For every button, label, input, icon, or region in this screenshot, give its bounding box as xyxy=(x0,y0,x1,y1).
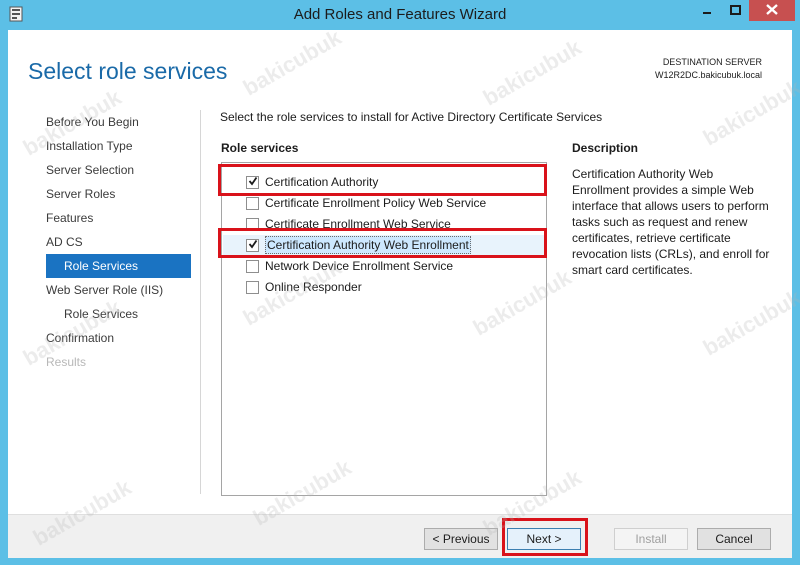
checkbox-enrollment-web-service[interactable] xyxy=(246,217,259,231)
watermark-text: bakicubuk xyxy=(478,34,586,111)
cancel-button[interactable]: Cancel xyxy=(697,528,771,550)
page-title: Select role services xyxy=(28,58,228,84)
checkbox-ca-web-enrollment[interactable] xyxy=(246,236,259,254)
maximize-button[interactable] xyxy=(722,0,748,21)
watermark-text: bakicubuk xyxy=(238,24,346,101)
title-bar[interactable]: Add Roles and Features Wizard xyxy=(0,0,800,30)
destination-label: DESTINATION SERVER xyxy=(662,57,762,67)
watermark-text: bakicubuk xyxy=(698,74,800,151)
role-service-label: Certificate Enrollment Policy Web Servic… xyxy=(265,196,487,210)
role-service-label: Certification Authority xyxy=(265,175,379,189)
wizard-footer: < Previous Next > Install Cancel xyxy=(8,514,792,558)
watermark-text: bakicubuk xyxy=(698,284,800,361)
close-icon xyxy=(766,2,778,20)
role-service-enrollment-policy-web-service[interactable]: Certificate Enrollment Policy Web Servic… xyxy=(223,193,545,213)
destination-server-name: W12R2DC.bakicubuk.local xyxy=(654,70,762,80)
role-service-label: Certificate Enrollment Web Service xyxy=(265,217,451,231)
role-service-label: Network Device Enrollment Service xyxy=(265,259,454,273)
install-button: Install xyxy=(614,528,688,550)
destination-server: DESTINATION SERVER W12R2DC.bakicubuk.loc… xyxy=(655,56,762,82)
minimize-icon xyxy=(702,2,712,20)
window-title: Add Roles and Features Wizard xyxy=(293,6,507,23)
next-button[interactable]: Next > xyxy=(507,528,581,550)
role-services-header: Role services xyxy=(221,141,299,155)
close-button[interactable] xyxy=(749,0,795,21)
nav-item-role-services-active[interactable]: Role Services xyxy=(46,254,191,278)
checkbox-certification-authority[interactable] xyxy=(246,173,259,191)
description-text: Certification Authority Web Enrollment p… xyxy=(572,167,770,277)
role-service-online-responder[interactable]: Online Responder xyxy=(223,277,545,297)
nav-item-confirmation[interactable]: Confirmation xyxy=(46,326,114,350)
checkmark-icon xyxy=(248,173,258,191)
nav-item-results: Results xyxy=(46,355,87,369)
nav-item-features[interactable]: Features xyxy=(46,206,93,230)
checkbox-online-responder[interactable] xyxy=(246,280,259,294)
wizard-client-area: Select role services DESTINATION SERVER … xyxy=(8,25,800,558)
wizard-window: Add Roles and Features Wizard Select rol… xyxy=(0,0,800,565)
checkbox-network-device-enrollment[interactable] xyxy=(246,259,259,273)
maximize-icon xyxy=(729,2,741,20)
nav-item-server-selection[interactable]: Server Selection xyxy=(46,158,134,182)
role-service-certification-authority[interactable]: Certification Authority xyxy=(223,172,545,192)
nav-item-web-server-role[interactable]: Web Server Role (IIS) xyxy=(46,278,163,302)
nav-divider xyxy=(200,110,201,494)
checkmark-icon xyxy=(248,236,258,254)
previous-button[interactable]: < Previous xyxy=(424,528,498,550)
minimize-button[interactable] xyxy=(693,0,721,21)
nav-item-server-roles[interactable]: Server Roles xyxy=(46,182,115,206)
role-service-label: Certification Authority Web Enrollment xyxy=(265,236,471,254)
nav-item-ad-cs[interactable]: AD CS xyxy=(46,230,83,254)
nav-item-installation-type[interactable]: Installation Type xyxy=(46,134,133,158)
role-service-enrollment-web-service[interactable]: Certificate Enrollment Web Service xyxy=(223,214,545,234)
role-service-label: Online Responder xyxy=(265,280,362,294)
role-service-ca-web-enrollment[interactable]: Certification Authority Web Enrollment xyxy=(223,235,545,255)
nav-item-before-you-begin[interactable]: Before You Begin xyxy=(46,110,139,134)
role-service-network-device-enrollment[interactable]: Network Device Enrollment Service xyxy=(223,256,545,276)
role-services-list[interactable]: Certification Authority Certificate Enro… xyxy=(221,162,547,496)
instruction-text: Select the role services to install for … xyxy=(220,110,603,124)
nav-item-web-role-services[interactable]: Role Services xyxy=(64,302,138,326)
checkbox-enrollment-policy-web-service[interactable] xyxy=(246,196,259,210)
description-header: Description xyxy=(572,141,639,155)
